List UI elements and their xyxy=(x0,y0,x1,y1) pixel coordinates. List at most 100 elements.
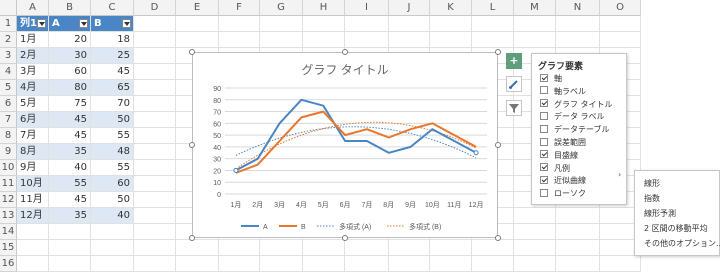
cell-G2[interactable] xyxy=(260,32,303,48)
cell-D4[interactable] xyxy=(134,64,176,80)
cell-D3[interactable] xyxy=(134,48,176,64)
cell-I16[interactable] xyxy=(345,256,389,272)
chart-element-option[interactable]: 近似曲線 xyxy=(540,175,586,187)
table-cell[interactable]: 5月 xyxy=(17,96,49,112)
row-header-4[interactable]: 4 xyxy=(0,64,17,80)
trendline-option[interactable]: 指数 xyxy=(644,193,660,204)
table-cell[interactable]: 2月 xyxy=(17,48,49,64)
chart-element-option[interactable]: 誤差範囲 xyxy=(540,137,586,149)
cell-D5[interactable] xyxy=(134,80,176,96)
chart-element-option[interactable]: グラフ タイトル xyxy=(540,99,613,111)
filter-dropdown-icon[interactable] xyxy=(37,19,46,28)
chart-element-option[interactable]: 目盛線 xyxy=(540,150,578,162)
cell-O1[interactable] xyxy=(600,16,641,32)
table-cell[interactable]: 50 xyxy=(91,192,134,208)
table-cell[interactable]: 35 xyxy=(49,144,91,160)
cell-L1[interactable] xyxy=(472,16,514,32)
resize-handle-mr[interactable] xyxy=(495,142,501,148)
resize-handle-ml[interactable] xyxy=(189,142,195,148)
cell-H1[interactable] xyxy=(303,16,345,32)
row-header-3[interactable]: 3 xyxy=(0,48,17,64)
table-cell[interactable]: 55 xyxy=(91,128,134,144)
table-cell[interactable]: 35 xyxy=(49,208,91,224)
chart-element-option[interactable]: 凡例 xyxy=(540,163,570,175)
table-cell[interactable]: 45 xyxy=(49,192,91,208)
column-header-D[interactable]: D xyxy=(134,0,176,16)
checkbox[interactable] xyxy=(540,175,548,184)
table-cell[interactable]: 11月 xyxy=(17,192,49,208)
resize-handle-bl[interactable] xyxy=(189,235,195,241)
column-header-A[interactable]: A xyxy=(17,0,49,16)
checkbox[interactable] xyxy=(540,150,548,159)
table-cell[interactable]: 10月 xyxy=(17,176,49,192)
row-header-2[interactable]: 2 xyxy=(0,32,17,48)
cell-M13[interactable] xyxy=(514,208,556,224)
cell-F16[interactable] xyxy=(219,256,260,272)
cell-A15[interactable] xyxy=(17,240,49,256)
column-header-B[interactable]: B xyxy=(49,0,91,16)
cell-N1[interactable] xyxy=(556,16,600,32)
cell-I2[interactable] xyxy=(345,32,389,48)
submenu-arrow-icon[interactable]: › xyxy=(618,170,621,179)
select-all-corner[interactable] xyxy=(0,0,17,16)
column-header-M[interactable]: M xyxy=(514,0,556,16)
cell-H2[interactable] xyxy=(303,32,345,48)
cell-I1[interactable] xyxy=(345,16,389,32)
cell-E1[interactable] xyxy=(176,16,219,32)
cell-E16[interactable] xyxy=(176,256,219,272)
cell-B15[interactable] xyxy=(49,240,91,256)
cell-L15[interactable] xyxy=(472,240,514,256)
table-cell[interactable]: 3月 xyxy=(17,64,49,80)
table-cell[interactable]: 75 xyxy=(49,96,91,112)
cell-M16[interactable] xyxy=(514,256,556,272)
cell-B16[interactable] xyxy=(49,256,91,272)
cell-A16[interactable] xyxy=(17,256,49,272)
resize-handle-br[interactable] xyxy=(495,235,501,241)
resize-handle-tm[interactable] xyxy=(342,49,348,55)
cell-J15[interactable] xyxy=(389,240,430,256)
cell-N14[interactable] xyxy=(556,224,600,240)
cell-G15[interactable] xyxy=(260,240,303,256)
cell-M15[interactable] xyxy=(514,240,556,256)
trendline-option[interactable]: 線形 xyxy=(644,178,660,189)
column-header-H[interactable]: H xyxy=(303,0,345,16)
chart-element-option[interactable]: データ ラベル xyxy=(540,111,605,123)
cell-B14[interactable] xyxy=(49,224,91,240)
table-cell[interactable]: 55 xyxy=(49,176,91,192)
cell-O16[interactable] xyxy=(600,256,641,272)
chart-element-option[interactable]: ローソク xyxy=(540,188,586,200)
cell-I15[interactable] xyxy=(345,240,389,256)
table-cell[interactable]: 40 xyxy=(49,160,91,176)
cell-N13[interactable] xyxy=(556,208,600,224)
cell-C14[interactable] xyxy=(91,224,134,240)
chart-elements-button[interactable]: + xyxy=(506,53,522,69)
table-cell[interactable]: 4月 xyxy=(17,80,49,96)
row-header-12[interactable]: 12 xyxy=(0,192,17,208)
cell-F1[interactable] xyxy=(219,16,260,32)
column-header-G[interactable]: G xyxy=(260,0,303,16)
cell-K15[interactable] xyxy=(430,240,472,256)
cell-C15[interactable] xyxy=(91,240,134,256)
chart-styles-button[interactable] xyxy=(506,76,522,92)
resize-handle-tl[interactable] xyxy=(189,49,195,55)
chart-element-option[interactable]: データテーブル xyxy=(540,124,610,136)
table-cell[interactable]: 6月 xyxy=(17,112,49,128)
row-header-10[interactable]: 10 xyxy=(0,160,17,176)
cell-D6[interactable] xyxy=(134,96,176,112)
table-header-cell[interactable]: B xyxy=(91,16,134,32)
row-header-16[interactable]: 16 xyxy=(0,256,17,272)
column-header-J[interactable]: J xyxy=(389,0,430,16)
row-header-7[interactable]: 7 xyxy=(0,112,17,128)
table-cell[interactable]: 12月 xyxy=(17,208,49,224)
row-header-5[interactable]: 5 xyxy=(0,80,17,96)
cell-N15[interactable] xyxy=(556,240,600,256)
row-header-1[interactable]: 1 xyxy=(0,16,17,32)
checkbox[interactable] xyxy=(540,137,548,146)
cell-J2[interactable] xyxy=(389,32,430,48)
table-cell[interactable]: 50 xyxy=(91,112,134,128)
cell-D7[interactable] xyxy=(134,112,176,128)
cell-D10[interactable] xyxy=(134,160,176,176)
cell-E15[interactable] xyxy=(176,240,219,256)
cell-D8[interactable] xyxy=(134,128,176,144)
cell-D13[interactable] xyxy=(134,208,176,224)
